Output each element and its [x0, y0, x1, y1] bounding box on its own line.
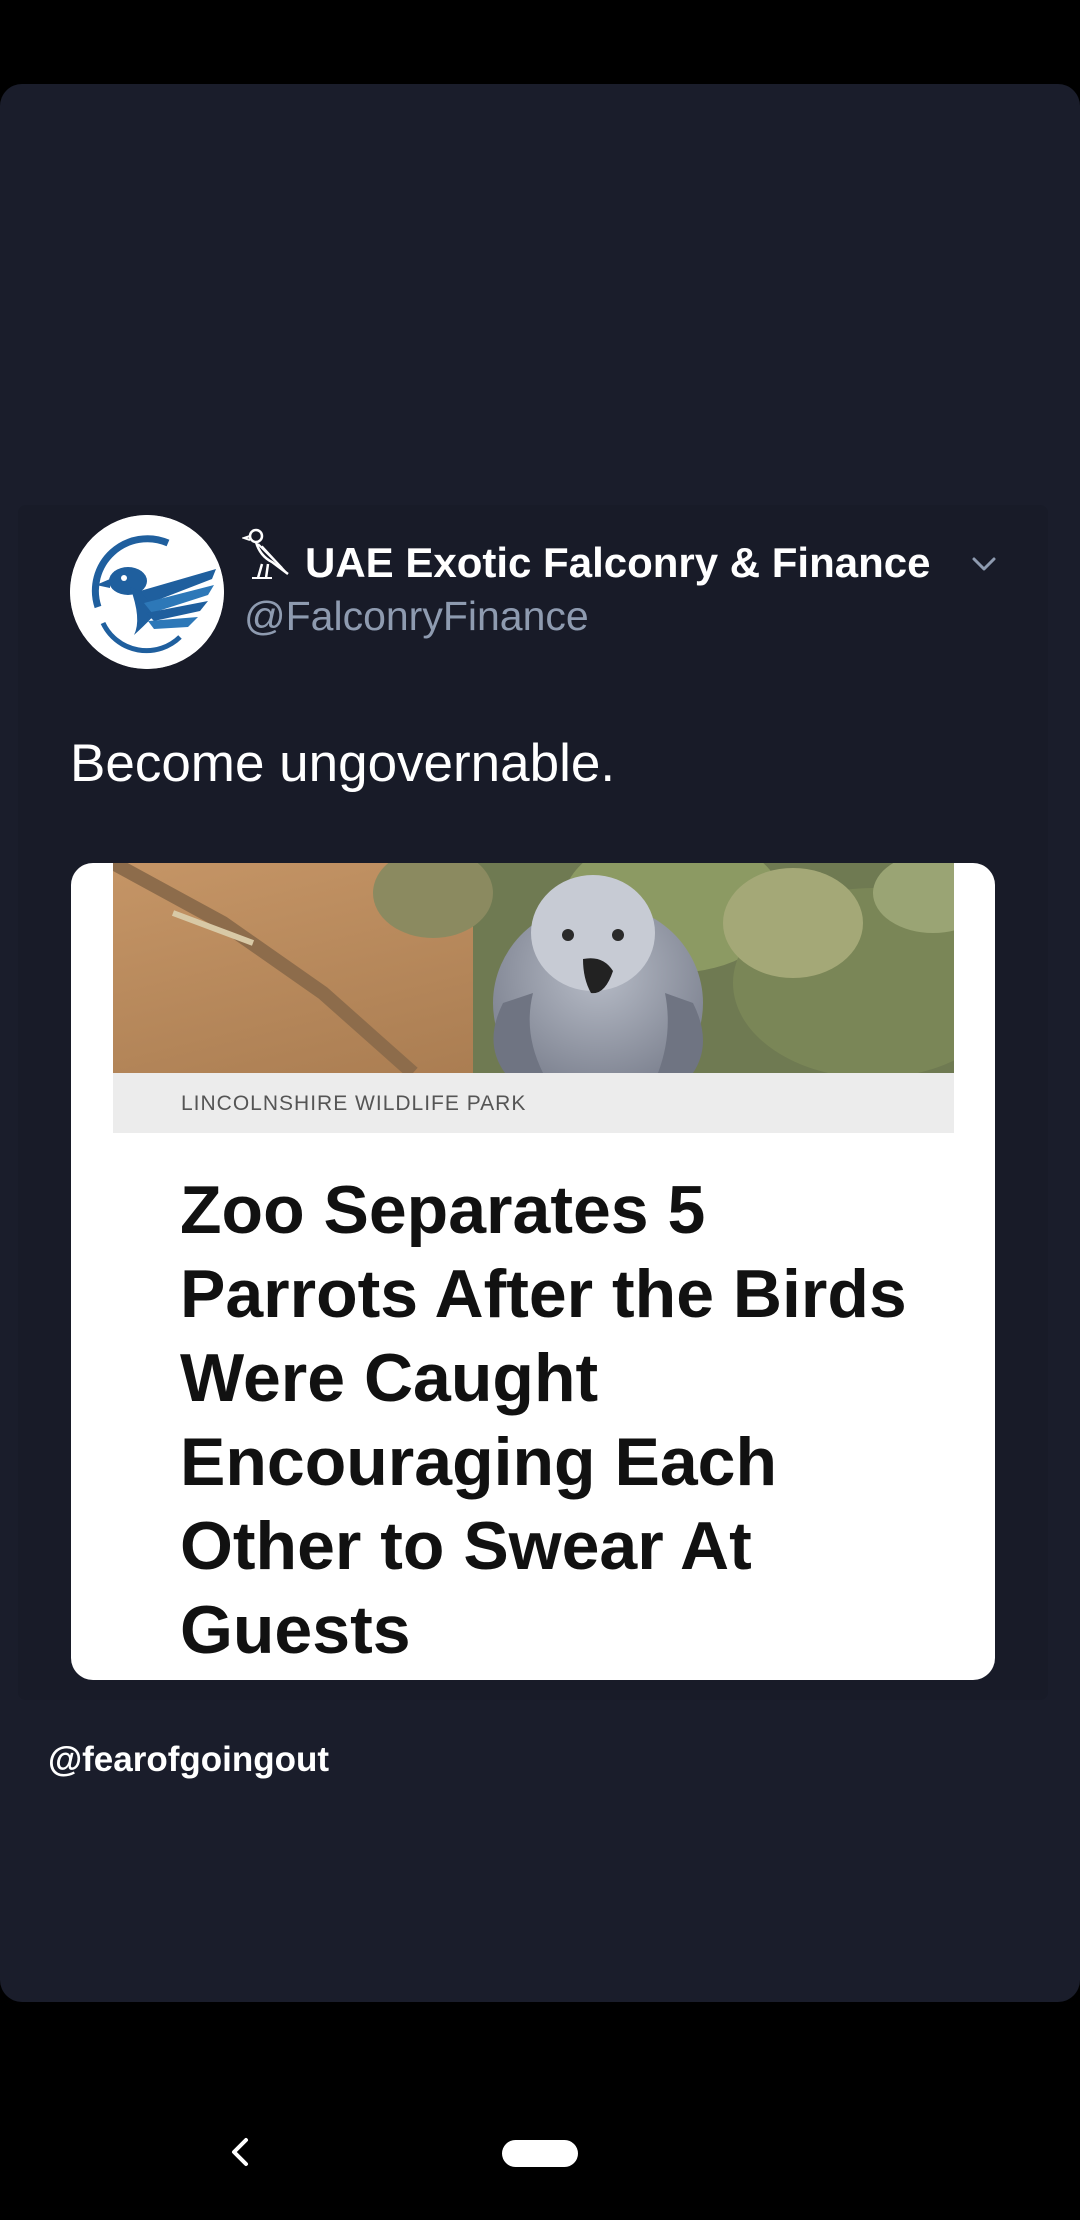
user-handle[interactable]: @FalconryFinance [244, 589, 589, 643]
source-bar: LINCOLNSHIRE WILDLIFE PARK [113, 1073, 954, 1133]
article-image [113, 863, 954, 1073]
chevron-down-icon[interactable] [966, 552, 1002, 576]
home-pill[interactable] [502, 2140, 578, 2167]
display-name[interactable]: UAE Exotic Falconry & Finance [305, 535, 931, 591]
tweet-text: Become ungovernable. [70, 734, 616, 793]
parrot-photo [113, 863, 954, 1073]
screen: UAE Exotic Falconry & Finance @FalconryF… [0, 0, 1080, 2220]
article-source: LINCOLNSHIRE WILDLIFE PARK [181, 1092, 527, 1115]
avatar[interactable] [70, 515, 224, 669]
article-card[interactable]: LINCOLNSHIRE WILDLIFE PARK Zoo Separates… [71, 863, 995, 1680]
chevron-left-icon[interactable] [218, 2130, 262, 2174]
falcon-logo-icon [70, 515, 224, 669]
falcon-hieroglyph-icon [242, 528, 289, 579]
credit-handle: @fearofgoingout [48, 1740, 330, 1779]
article-headline: Zoo Separates 5 Parrots After the Birds … [180, 1172, 907, 1668]
